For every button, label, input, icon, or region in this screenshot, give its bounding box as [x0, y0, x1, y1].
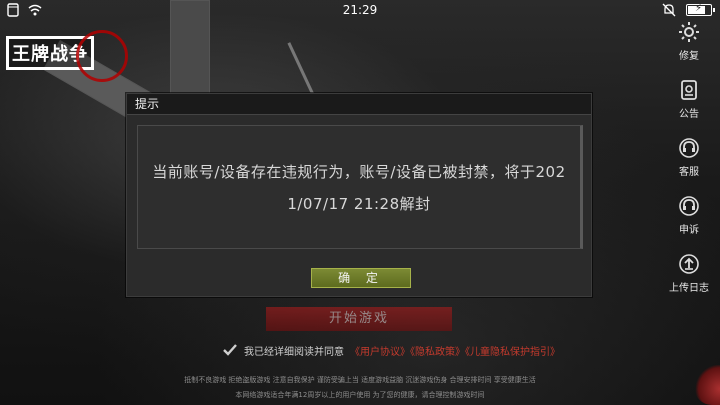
checkbox-check-icon[interactable]	[222, 342, 238, 358]
logo-emblem	[76, 30, 128, 82]
side-item-label: 申诉	[679, 225, 699, 236]
status-bar: 21:29 ⚡	[0, 0, 720, 22]
agreement-row: 我已经详细阅读并同意 《用户协议》《隐私政策》《儿童隐私保护指引》	[222, 341, 560, 359]
start-game-button[interactable]: 开始游戏	[266, 307, 452, 331]
side-item-label: 客服	[679, 167, 699, 178]
background-rope	[287, 42, 316, 98]
dialog-message-box: 当前账号/设备存在违规行为，账号/设备已被封禁，将于202 1/07/17 21…	[137, 125, 583, 249]
side-item-appeal[interactable]: 申诉	[668, 194, 710, 246]
battery-icon: ⚡	[686, 3, 715, 16]
health-notice-line2: 本网络游戏适合年满12周岁以上的用户使用 为了您的健康，请合理控制游戏时间	[235, 391, 485, 399]
ban-notice-dialog: 提示 当前账号/设备存在违规行为，账号/设备已被封禁，将于202 1/07/17…	[126, 93, 592, 297]
confirm-button[interactable]: 确 定	[311, 268, 411, 288]
side-item-repair[interactable]: 修复	[668, 20, 710, 72]
game-logo: 王牌战争	[6, 30, 128, 90]
health-notice-line1: 抵制不良游戏 拒绝盗版游戏 注意自我保护 谨防受骗上当 适度游戏益脑 沉迷游戏伤…	[184, 376, 536, 384]
side-item-label: 上传日志	[669, 283, 709, 294]
floating-assistant-button[interactable]	[694, 365, 720, 405]
agreement-text: 我已经详细阅读并同意	[244, 346, 344, 358]
headset-icon	[679, 138, 699, 158]
dialog-message-line1: 当前账号/设备存在违规行为，账号/设备已被封禁，将于202	[152, 163, 566, 181]
dialog-title: 提示	[127, 94, 591, 115]
side-item-label: 公告	[679, 109, 699, 120]
dialog-message-line2: 1/07/17 21:28解封	[287, 195, 431, 213]
gear-icon	[679, 22, 699, 42]
side-item-notice[interactable]: 公告	[668, 78, 710, 130]
upload-icon	[679, 254, 699, 274]
mute-bell-icon	[662, 3, 676, 17]
side-item-label: 修复	[679, 51, 699, 62]
clock: 21:29	[342, 3, 378, 17]
side-menu: 修复 公告 客服 申诉 上传日志	[668, 20, 710, 310]
agreement-links[interactable]: 《用户协议》《隐私政策》《儿童隐私保护指引》	[350, 343, 560, 358]
side-item-upload[interactable]: 上传日志	[668, 252, 710, 304]
headset-icon	[679, 196, 699, 216]
announcement-icon	[681, 80, 697, 100]
side-item-service[interactable]: 客服	[668, 136, 710, 188]
